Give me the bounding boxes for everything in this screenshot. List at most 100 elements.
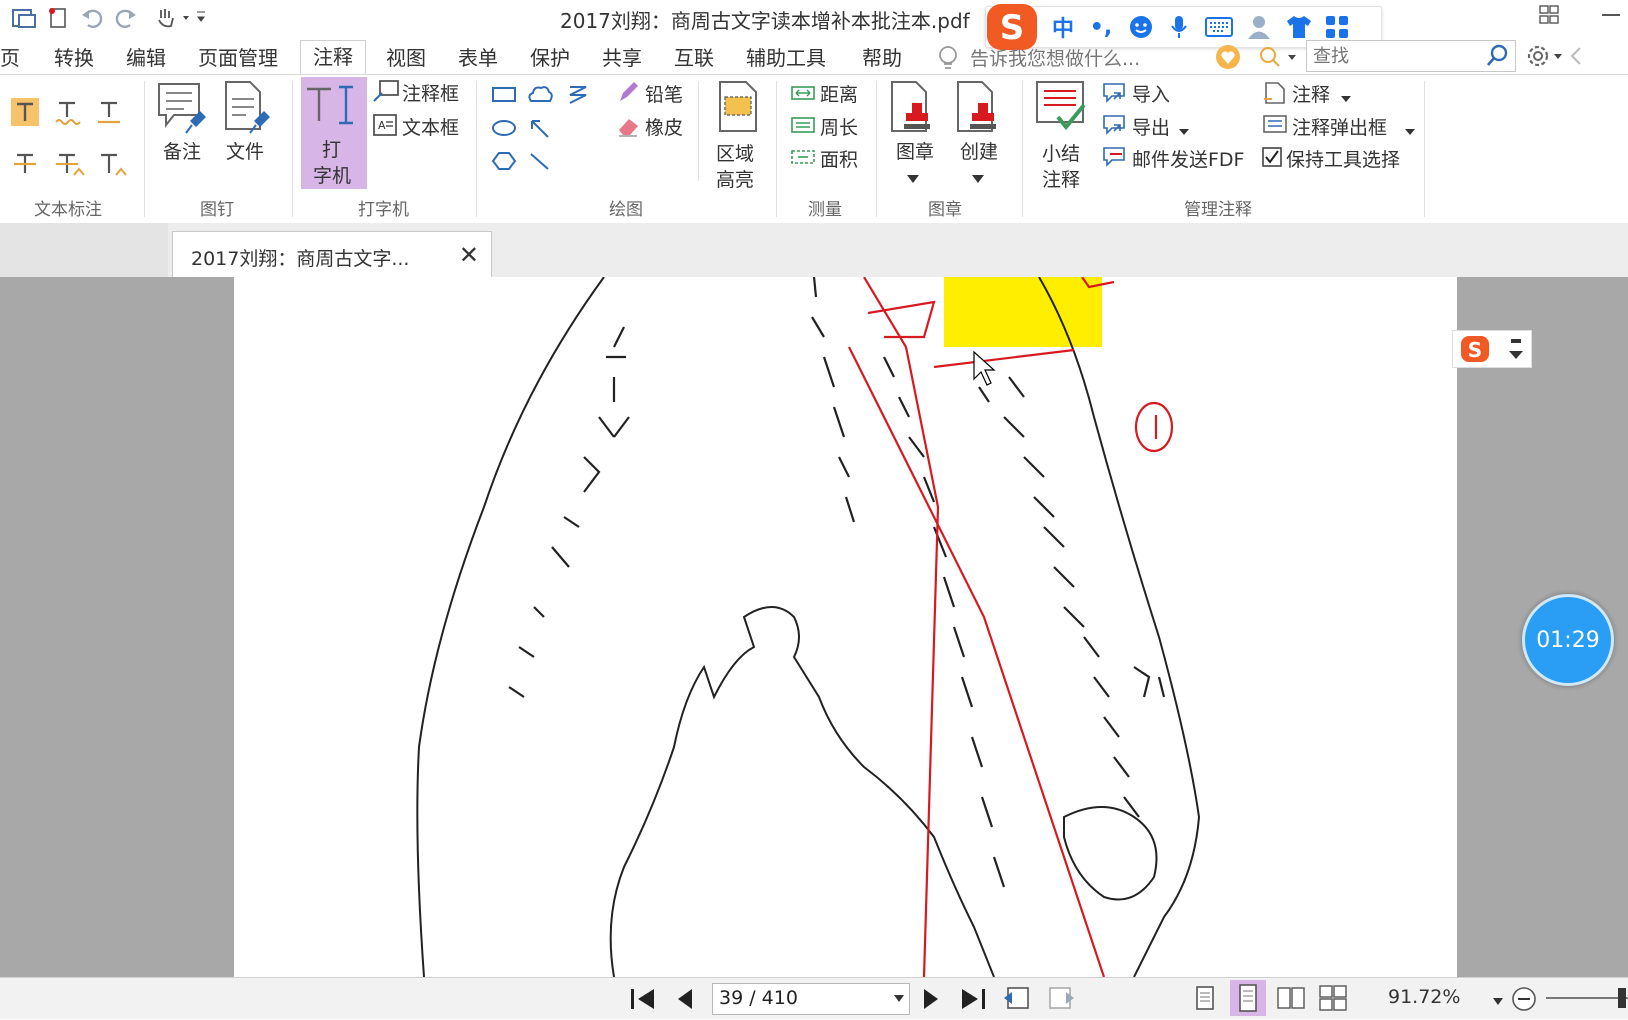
single-page-view-icon[interactable] xyxy=(1192,984,1218,1016)
zoom-slider[interactable] xyxy=(1546,997,1628,999)
textbox-button[interactable]: 文本框 xyxy=(402,113,459,140)
file-attach-icon[interactable] xyxy=(220,79,272,141)
file-button[interactable]: 文件 xyxy=(226,137,264,164)
comments-button[interactable]: 注释 xyxy=(1292,80,1330,107)
note-button[interactable]: 备注 xyxy=(163,137,201,164)
comment-popup-button[interactable]: 注释弹出框 xyxy=(1292,113,1387,140)
document-workspace[interactable] xyxy=(0,277,1628,977)
summary-label-1[interactable]: 小结 xyxy=(1042,139,1080,166)
import-icon[interactable] xyxy=(1102,81,1128,109)
perimeter-icon[interactable] xyxy=(790,113,816,141)
comments-list-icon[interactable] xyxy=(1262,81,1288,109)
menu-connect[interactable]: 互联 xyxy=(674,42,714,74)
callout-icon[interactable] xyxy=(372,79,400,109)
menu-share[interactable]: 共享 xyxy=(602,42,642,74)
menu-protect[interactable]: 保护 xyxy=(530,42,570,74)
facing-view-icon[interactable] xyxy=(1276,984,1306,1016)
new-doc-icon[interactable] xyxy=(44,6,72,30)
export-button[interactable]: 导出 xyxy=(1132,113,1170,140)
page-dropdown-icon[interactable] xyxy=(893,994,905,1004)
underline-text-icon[interactable] xyxy=(94,97,124,131)
hand-tool-icon[interactable] xyxy=(152,6,208,30)
comment-popup-dropdown-icon[interactable] xyxy=(1404,121,1416,140)
sogou-floating-widget[interactable]: S xyxy=(1452,330,1532,368)
previous-view-icon[interactable] xyxy=(1002,984,1032,1016)
first-page-icon[interactable] xyxy=(628,986,658,1016)
zoom-slider-handle[interactable] xyxy=(1618,988,1626,1008)
highlight-text-icon[interactable] xyxy=(10,97,40,131)
page-number-input[interactable]: 39 / 410 xyxy=(712,983,910,1015)
menu-page-management[interactable]: 页面管理 xyxy=(198,42,278,74)
squiggly-underline-icon[interactable] xyxy=(52,97,82,131)
summary-label-2[interactable]: 注释 xyxy=(1042,165,1080,192)
pencil-button[interactable]: 铅笔 xyxy=(645,80,683,107)
punctuation-icon[interactable]: •, xyxy=(1086,13,1116,41)
area-highlight-icon[interactable] xyxy=(716,79,760,139)
recording-timer[interactable]: 01:29 xyxy=(1522,594,1614,686)
zoom-level[interactable]: 91.72% xyxy=(1388,986,1460,1008)
menu-help[interactable]: 帮助 xyxy=(862,42,902,74)
emoji-icon[interactable] xyxy=(1126,13,1156,41)
stamp-button[interactable]: 图章 xyxy=(896,137,934,164)
search-input[interactable] xyxy=(1311,42,1485,70)
menu-view[interactable]: 视图 xyxy=(386,42,426,74)
open-doc-icon[interactable] xyxy=(8,6,40,30)
keep-tool-checkbox[interactable] xyxy=(1262,147,1284,173)
document-tab[interactable]: 2017刘翔：商周古文字... ✕ xyxy=(172,231,492,278)
email-fdf-button[interactable]: 邮件发送FDF xyxy=(1132,145,1245,172)
menu-convert[interactable]: 转换 xyxy=(54,42,94,74)
cloud-icon[interactable] xyxy=(526,83,554,109)
settings-gear-icon[interactable] xyxy=(1524,42,1584,74)
distance-icon[interactable] xyxy=(790,81,816,109)
heart-icon[interactable] xyxy=(1214,44,1244,74)
pdf-page[interactable] xyxy=(234,277,1457,977)
typewriter-button[interactable]: 打 字机 xyxy=(301,77,367,189)
menu-form[interactable]: 表单 xyxy=(458,42,498,74)
eraser-icon[interactable] xyxy=(616,113,640,143)
replace-text-icon[interactable] xyxy=(52,149,86,183)
import-button[interactable]: 导入 xyxy=(1132,80,1170,107)
menu-accessibility[interactable]: 辅助工具 xyxy=(746,42,826,74)
skin-shirt-icon[interactable] xyxy=(1284,13,1314,41)
redo-icon[interactable] xyxy=(112,6,140,30)
menu-comment[interactable]: 注释 xyxy=(300,40,366,75)
eraser-button[interactable]: 橡皮 xyxy=(645,113,683,140)
tell-me-input[interactable]: 告诉我您想做什么... xyxy=(970,44,1140,71)
area-measure-icon[interactable] xyxy=(790,145,816,173)
oval-icon[interactable] xyxy=(490,117,518,143)
create-button[interactable]: 创建 xyxy=(960,137,998,164)
last-page-icon[interactable] xyxy=(958,986,988,1016)
zoom-out-icon[interactable] xyxy=(1510,985,1538,1017)
perimeter-button[interactable]: 周长 xyxy=(820,113,858,140)
area-highlight-label-2[interactable]: 高亮 xyxy=(716,165,754,192)
email-fdf-icon[interactable] xyxy=(1102,145,1128,173)
stamp-dropdown-icon[interactable] xyxy=(906,169,920,188)
menu-home[interactable]: 页 xyxy=(0,42,20,74)
next-view-icon[interactable] xyxy=(1046,984,1076,1016)
export-dropdown-icon[interactable] xyxy=(1178,121,1190,140)
close-tab-icon[interactable]: ✕ xyxy=(459,241,479,269)
user-icon[interactable] xyxy=(1244,13,1274,41)
summary-icon[interactable] xyxy=(1034,79,1090,139)
previous-page-icon[interactable] xyxy=(672,986,698,1016)
pencil-icon[interactable] xyxy=(616,79,640,109)
note-pin-icon[interactable] xyxy=(156,79,208,141)
undo-icon[interactable] xyxy=(78,6,106,30)
polygon-icon[interactable] xyxy=(490,149,518,177)
continuous-facing-view-icon[interactable] xyxy=(1318,984,1348,1016)
search-options-icon[interactable] xyxy=(1258,44,1302,74)
zoom-dropdown-icon[interactable] xyxy=(1492,992,1504,1011)
area-button[interactable]: 面积 xyxy=(820,145,858,172)
distance-button[interactable]: 距离 xyxy=(820,80,858,107)
polyline-icon[interactable] xyxy=(564,83,592,109)
next-page-icon[interactable] xyxy=(918,986,944,1016)
area-highlight-label-1[interactable]: 区域 xyxy=(716,139,754,166)
arrow-icon[interactable] xyxy=(526,117,554,143)
stamp-icon[interactable] xyxy=(888,79,936,139)
line-icon[interactable] xyxy=(526,149,554,177)
callout-button[interactable]: 注释框 xyxy=(402,79,459,106)
restore-icon[interactable] xyxy=(1532,0,1622,30)
search-icon[interactable] xyxy=(1485,43,1511,73)
export-icon[interactable] xyxy=(1102,113,1128,141)
comments-dropdown-icon[interactable] xyxy=(1340,88,1352,107)
